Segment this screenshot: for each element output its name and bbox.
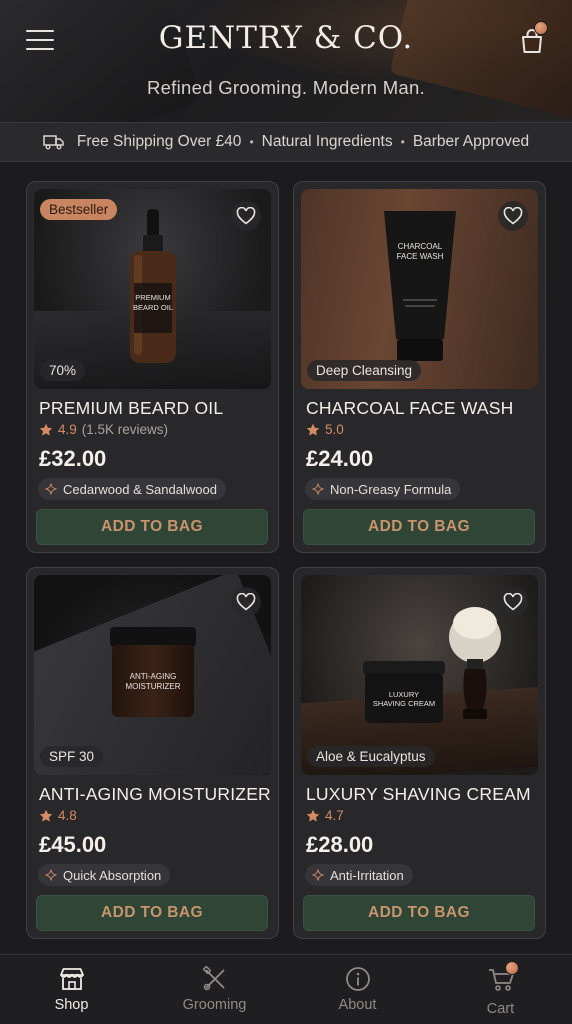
add-to-bag-button[interactable]: ADD TO BAG <box>303 509 535 545</box>
bag-badge <box>534 21 548 35</box>
star-icon <box>39 423 53 436</box>
image-chip: Aloe & Eucalyptus <box>307 746 435 767</box>
leather-texture <box>0 0 203 122</box>
bottom-nav: Shop Grooming About Cart <box>0 954 572 1024</box>
cart-badge <box>504 961 519 975</box>
image-chip: 70% <box>40 360 86 381</box>
product-image[interactable]: CHARCOAL FACE WASH Deep Cleansing <box>301 189 538 389</box>
product-rating: 4.9 (1.5K reviews) <box>39 422 168 437</box>
header: GENTRY & CO. Refined Grooming. Modern Ma… <box>0 0 572 122</box>
nav-label: Cart <box>486 1001 515 1017</box>
feature-tag: Quick Absorption <box>38 864 171 886</box>
add-to-bag-button[interactable]: ADD TO BAG <box>303 895 535 931</box>
svg-text:BEARD OIL: BEARD OIL <box>133 303 173 312</box>
product-image[interactable]: PREMIUM BEARD OIL Bestseller 70% <box>34 189 271 389</box>
sparkle-icon <box>312 483 324 495</box>
heart-icon <box>236 207 256 225</box>
storefront-icon <box>59 968 84 990</box>
nav-cart[interactable]: Cart <box>429 955 572 1024</box>
feature-label: Anti-Irritation <box>330 867 404 883</box>
svg-text:LUXURY: LUXURY <box>389 690 419 699</box>
favorite-button[interactable] <box>498 201 528 231</box>
feature-tag: Non-Greasy Formula <box>305 478 461 500</box>
nav-grooming[interactable]: Grooming <box>143 955 286 1024</box>
sparkle-icon <box>312 869 324 881</box>
bestseller-badge: Bestseller <box>40 199 118 220</box>
product-rating: 4.7 <box>306 808 344 823</box>
favorite-button[interactable] <box>231 201 261 231</box>
wood-board-texture <box>389 0 572 122</box>
product-image[interactable]: ANTI-AGING MOISTURIZER SPF 30 <box>34 575 271 775</box>
svg-text:ANTI-AGING: ANTI-AGING <box>130 672 177 681</box>
rating-value: 5.0 <box>325 422 344 437</box>
rating-value: 4.9 <box>58 422 77 437</box>
add-to-bag-button[interactable]: ADD TO BAG <box>36 509 268 545</box>
product-card[interactable]: LUXURY SHAVING CREAM Aloe & Eucalyptus L… <box>293 567 546 939</box>
product-card[interactable]: PREMIUM BEARD OIL Bestseller 70% PREMIUM… <box>26 181 279 553</box>
rating-value: 4.7 <box>325 808 344 823</box>
info-shipping: Free Shipping Over £40 <box>76 133 242 150</box>
nav-about[interactable]: About <box>286 955 429 1024</box>
review-count: (1.5K reviews) <box>81 422 169 437</box>
razor-scissors-icon <box>202 966 225 991</box>
product-price: £24.00 <box>306 446 374 471</box>
feature-tag: Cedarwood & Sandalwood <box>38 478 226 500</box>
product-name[interactable]: ANTI-AGING MOISTURIZER <box>39 784 271 805</box>
product-rating: 5.0 <box>306 422 344 437</box>
product-name[interactable]: CHARCOAL FACE WASH <box>306 398 513 419</box>
add-to-bag-button[interactable]: ADD TO BAG <box>36 895 268 931</box>
favorite-button[interactable] <box>231 587 261 617</box>
heart-icon <box>503 593 523 611</box>
product-price: £28.00 <box>306 832 374 857</box>
info-strip: Free Shipping Over £40 • Natural Ingredi… <box>0 122 572 162</box>
product-card[interactable]: ANTI-AGING MOISTURIZER SPF 30 ANTI-AGING… <box>26 567 279 939</box>
brand-tagline: Refined Grooming. Modern Man. <box>146 77 426 98</box>
product-price: £32.00 <box>39 446 107 471</box>
svg-text:CHARCOAL: CHARCOAL <box>398 242 443 251</box>
product-price: £45.00 <box>39 832 107 857</box>
star-icon <box>306 809 320 822</box>
favorite-button[interactable] <box>498 587 528 617</box>
product-rating: 4.8 <box>39 808 77 823</box>
nav-shop[interactable]: Shop <box>0 955 143 1024</box>
svg-text:PREMIUM: PREMIUM <box>135 293 170 302</box>
sparkle-icon <box>45 869 57 881</box>
truck-icon <box>43 135 64 150</box>
info-icon <box>345 967 370 991</box>
product-card[interactable]: CHARCOAL FACE WASH Deep Cleansing CHARCO… <box>293 181 546 553</box>
feature-label: Quick Absorption <box>63 867 162 883</box>
shopping-bag-button[interactable] <box>518 21 548 55</box>
svg-text:MOISTURIZER: MOISTURIZER <box>125 682 180 691</box>
rating-value: 4.8 <box>58 808 77 823</box>
svg-text:FACE WASH: FACE WASH <box>397 252 444 261</box>
image-chip: SPF 30 <box>40 746 104 767</box>
heart-icon <box>236 593 256 611</box>
info-barber: Barber Approved <box>412 133 530 150</box>
product-image[interactable]: LUXURY SHAVING CREAM Aloe & Eucalyptus <box>301 575 538 775</box>
product-name[interactable]: LUXURY SHAVING CREAM <box>306 784 531 805</box>
feature-label: Non-Greasy Formula <box>330 481 452 497</box>
separator-dot: • <box>249 135 254 149</box>
info-ingredients: Natural Ingredients <box>261 133 393 150</box>
product-name[interactable]: PREMIUM BEARD OIL <box>39 398 223 419</box>
star-icon <box>306 423 320 436</box>
image-chip: Deep Cleansing <box>307 360 422 381</box>
sparkle-icon <box>45 483 57 495</box>
svg-text:SHAVING CREAM: SHAVING CREAM <box>373 699 435 708</box>
feature-label: Cedarwood & Sandalwood <box>63 481 217 497</box>
nav-label: Grooming <box>182 997 247 1013</box>
nav-label: About <box>338 997 377 1013</box>
brand-title: GENTRY & CO. <box>158 20 414 56</box>
heart-icon <box>503 207 523 225</box>
separator-dot: • <box>400 135 405 149</box>
star-icon <box>39 809 53 822</box>
feature-tag: Anti-Irritation <box>305 864 413 886</box>
nav-label: Shop <box>54 997 89 1013</box>
